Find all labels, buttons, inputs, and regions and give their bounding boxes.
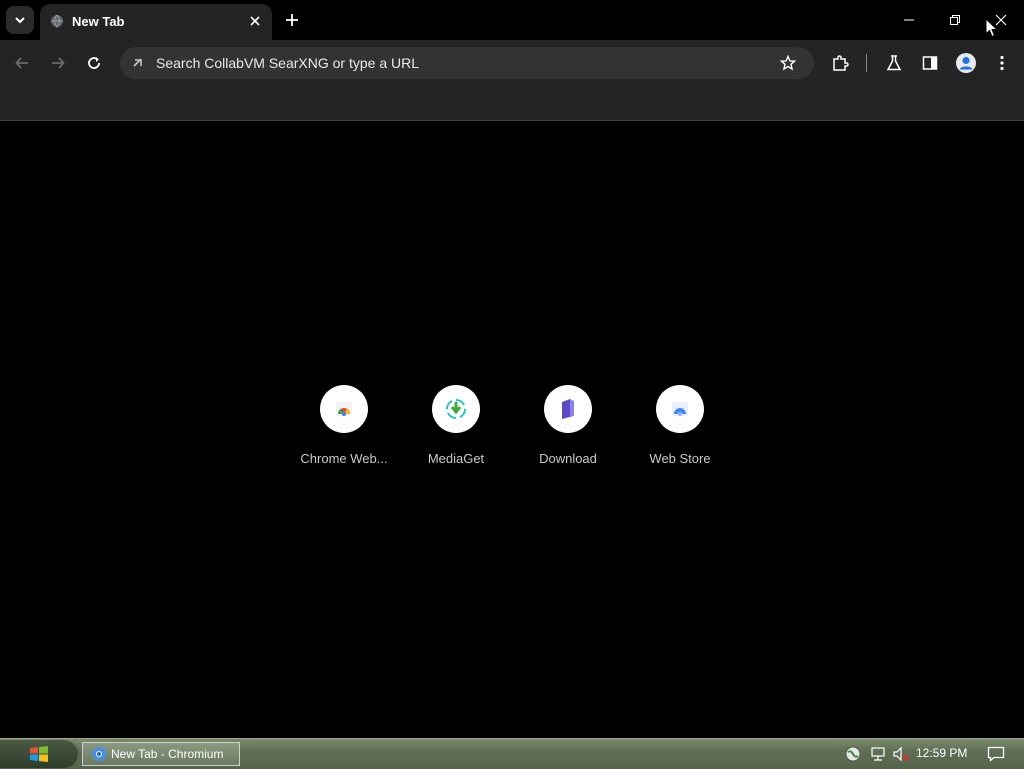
minimize-button[interactable] bbox=[897, 8, 921, 32]
toolbar-divider bbox=[866, 54, 867, 72]
shortcut-chrome-web-store[interactable]: Chrome Web... bbox=[288, 385, 400, 475]
arrow-right-icon bbox=[52, 57, 65, 69]
restore-icon bbox=[950, 15, 960, 25]
shortcut-label: Web Store bbox=[649, 451, 711, 466]
globe-icon bbox=[845, 746, 861, 762]
labs-button[interactable] bbox=[881, 50, 907, 76]
shortcut-icon bbox=[320, 385, 368, 433]
reload-button[interactable] bbox=[81, 50, 107, 76]
minimize-icon bbox=[904, 19, 914, 21]
notification-icon bbox=[987, 746, 1005, 762]
taskbar-window-label: New Tab - Chromium bbox=[111, 747, 224, 761]
globe-icon bbox=[51, 14, 63, 28]
new-tab-page: Chrome Web... MediaGet Download Web Stor… bbox=[0, 121, 1024, 738]
profile-icon bbox=[956, 53, 976, 73]
back-button[interactable] bbox=[9, 50, 35, 76]
profile-button[interactable] bbox=[953, 50, 979, 76]
mediaget-icon bbox=[446, 399, 466, 419]
side-panel-icon bbox=[922, 56, 938, 70]
shortcut-mediaget[interactable]: MediaGet bbox=[400, 385, 512, 475]
shortcut-icon bbox=[544, 385, 592, 433]
download-site-icon bbox=[562, 399, 574, 419]
reload-icon bbox=[88, 57, 100, 69]
bookmark-star-button[interactable] bbox=[776, 51, 800, 75]
taskbar-window-button[interactable]: New Tab - Chromium bbox=[82, 742, 240, 766]
mouse-cursor bbox=[985, 18, 999, 38]
extensions-button[interactable] bbox=[827, 50, 853, 76]
menu-button[interactable] bbox=[989, 50, 1015, 76]
tab-new-tab[interactable]: New Tab bbox=[40, 4, 272, 40]
web-store-icon bbox=[672, 402, 688, 417]
shortcut-download[interactable]: Download bbox=[512, 385, 624, 475]
network-icon bbox=[871, 747, 885, 761]
arrow-left-icon bbox=[15, 57, 28, 69]
address-input[interactable] bbox=[156, 47, 756, 79]
shortcut-web-store[interactable]: Web Store bbox=[624, 385, 736, 475]
chrome-web-store-icon bbox=[336, 402, 352, 417]
close-icon bbox=[250, 16, 260, 26]
restore-button[interactable] bbox=[943, 8, 967, 32]
plus-icon bbox=[286, 14, 298, 26]
title-bar: New Tab bbox=[0, 0, 1024, 40]
star-icon bbox=[780, 55, 796, 71]
forward-button[interactable] bbox=[45, 50, 71, 76]
taskbar: New Tab - Chromium 12:59 PM bbox=[0, 738, 1024, 769]
shortcut-label: Chrome Web... bbox=[300, 451, 388, 466]
windows-logo-icon bbox=[30, 746, 48, 762]
tray-globe[interactable] bbox=[843, 744, 863, 764]
site-info-icon[interactable] bbox=[128, 53, 148, 73]
puzzle-icon bbox=[833, 55, 849, 71]
browser-toolbar bbox=[0, 40, 1024, 86]
start-button[interactable] bbox=[0, 740, 78, 768]
shortcut-icon bbox=[656, 385, 704, 433]
tab-search-button[interactable] bbox=[6, 6, 34, 34]
shortcut-icon bbox=[432, 385, 480, 433]
volume-muted-icon bbox=[893, 746, 909, 762]
kebab-menu-icon bbox=[1000, 55, 1004, 71]
tray-network[interactable] bbox=[868, 744, 888, 764]
action-center-button[interactable] bbox=[986, 744, 1006, 764]
address-bar[interactable] bbox=[120, 47, 814, 79]
shortcut-label: Download bbox=[539, 451, 597, 466]
chromium-icon bbox=[92, 747, 106, 761]
tab-close-button[interactable] bbox=[246, 12, 264, 30]
tray-volume[interactable] bbox=[891, 744, 911, 764]
tab-title: New Tab bbox=[72, 14, 125, 29]
clock[interactable]: 12:59 PM bbox=[916, 746, 967, 760]
shortcut-label: MediaGet bbox=[427, 451, 485, 466]
side-panel-button[interactable] bbox=[917, 50, 943, 76]
chevron-down-icon bbox=[15, 17, 25, 24]
flask-icon bbox=[886, 55, 902, 71]
bookmarks-bar bbox=[0, 86, 1024, 121]
new-tab-button[interactable] bbox=[280, 8, 304, 32]
